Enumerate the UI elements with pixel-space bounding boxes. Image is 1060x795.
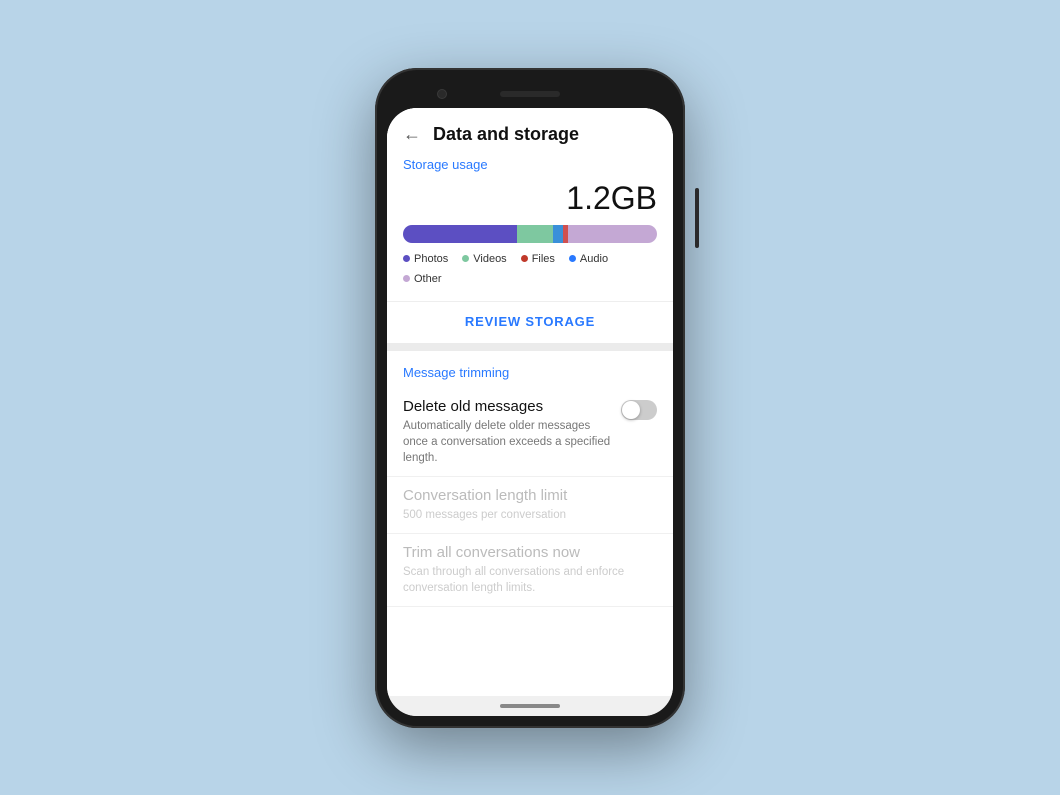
trim-all-conversations-row: Trim all conversations now Scan through … <box>387 534 673 607</box>
legend-label-audio: Audio <box>580 253 608 265</box>
storage-bar <box>403 225 657 243</box>
delete-old-messages-row[interactable]: Delete old messages Automatically delete… <box>387 388 673 477</box>
phone-top-bar <box>387 80 673 108</box>
storage-section-label: Storage usage <box>403 157 657 172</box>
camera-dot <box>437 89 447 99</box>
phone-device: ← Data and storage Storage usage 1.2GB <box>375 68 685 728</box>
legend-label-other: Other <box>414 273 442 285</box>
delete-old-messages-subtitle: Automatically delete older messages once… <box>403 418 611 466</box>
storage-legend: Photos Videos Files Audio <box>403 253 657 285</box>
message-trimming-section: Message trimming Delete old messages Aut… <box>387 351 673 696</box>
phone-screen: ← Data and storage Storage usage 1.2GB <box>387 108 673 716</box>
storage-section: Storage usage 1.2GB Photos <box>387 157 673 301</box>
storage-total-size: 1.2GB <box>403 180 657 217</box>
screen-content: ← Data and storage Storage usage 1.2GB <box>387 108 673 696</box>
trim-all-text: Trim all conversations now Scan through … <box>403 544 657 596</box>
home-indicator[interactable] <box>500 704 560 708</box>
legend-dot-photos <box>403 255 410 262</box>
legend-dot-audio <box>569 255 576 262</box>
conversation-length-subtitle: 500 messages per conversation <box>403 507 647 523</box>
trim-all-subtitle: Scan through all conversations and enfor… <box>403 564 647 596</box>
legend-label-photos: Photos <box>414 253 448 265</box>
page-header: ← Data and storage <box>387 108 673 157</box>
conversation-length-text: Conversation length limit 500 messages p… <box>403 487 657 523</box>
conversation-length-title: Conversation length limit <box>403 487 647 504</box>
legend-dot-files <box>521 255 528 262</box>
legend-other: Other <box>403 273 442 285</box>
legend-dot-videos <box>462 255 469 262</box>
delete-old-toggle[interactable] <box>621 400 657 420</box>
message-trimming-header: Message trimming <box>387 351 673 388</box>
toggle-thumb <box>622 401 640 419</box>
bar-photos <box>403 225 517 243</box>
page-title: Data and storage <box>433 124 579 145</box>
phone-bottom-bar <box>387 696 673 716</box>
delete-old-messages-title: Delete old messages <box>403 398 611 415</box>
power-button <box>695 188 699 248</box>
conversation-length-row: Conversation length limit 500 messages p… <box>387 477 673 534</box>
delete-old-messages-text: Delete old messages Automatically delete… <box>403 398 621 466</box>
bar-files <box>553 225 563 243</box>
legend-videos: Videos <box>462 253 506 265</box>
legend-files: Files <box>521 253 555 265</box>
legend-label-videos: Videos <box>473 253 506 265</box>
legend-label-files: Files <box>532 253 555 265</box>
bar-other <box>568 225 657 243</box>
review-storage-button[interactable]: REVIEW STORAGE <box>387 301 673 343</box>
legend-dot-other <box>403 275 410 282</box>
trim-all-title: Trim all conversations now <box>403 544 647 561</box>
legend-photos: Photos <box>403 253 448 265</box>
bar-videos <box>517 225 553 243</box>
header-section: ← Data and storage Storage usage 1.2GB <box>387 108 673 343</box>
legend-audio: Audio <box>569 253 608 265</box>
section-divider <box>387 343 673 351</box>
speaker-grill <box>500 91 560 97</box>
back-button[interactable]: ← <box>403 125 421 143</box>
